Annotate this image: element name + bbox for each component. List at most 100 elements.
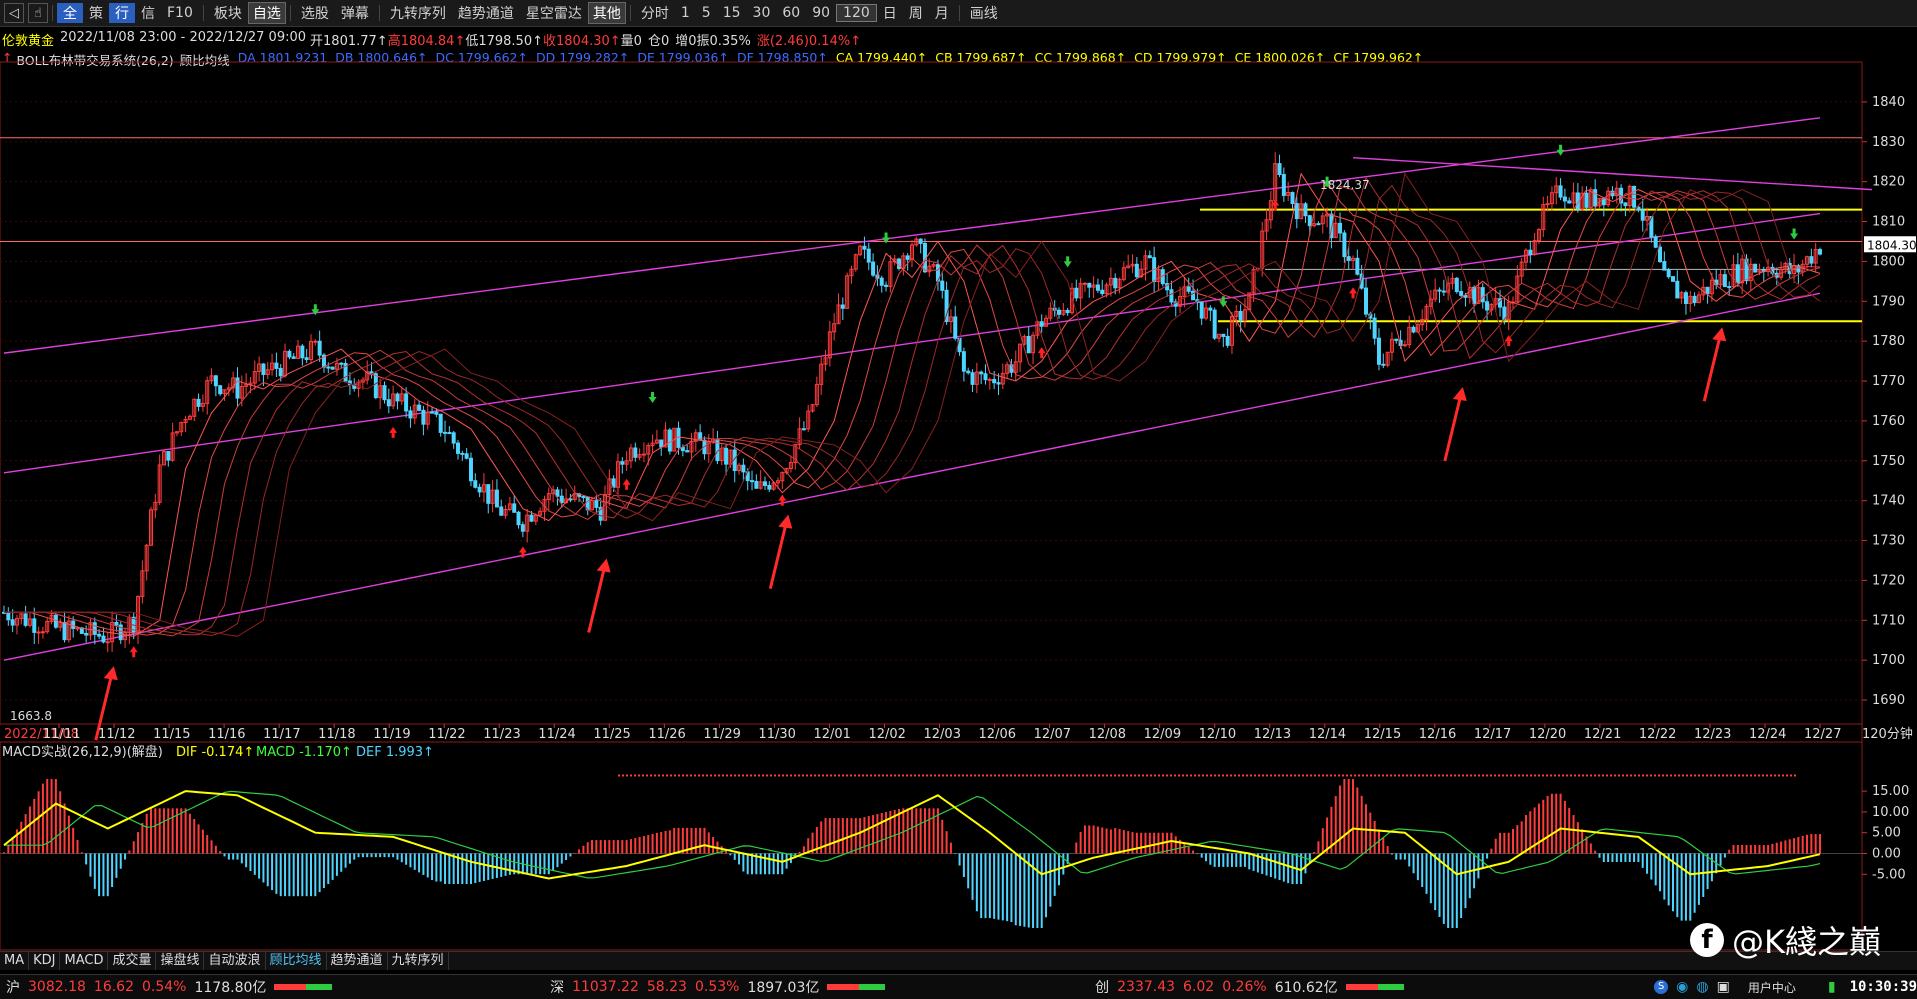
candle-body [970, 372, 975, 385]
tab-trade-line[interactable]: 操盘线 [156, 952, 205, 970]
tab-nine-turn-bottom[interactable]: 九转序列 [388, 952, 449, 970]
signal-dot [1174, 774, 1176, 777]
tab-trend-channel-bottom[interactable]: 趋势通道 [327, 952, 388, 970]
y-tick-label: 1730 [1872, 534, 1905, 549]
tab-ma[interactable]: MA [0, 952, 30, 970]
signal-dot [1282, 774, 1284, 777]
signal-dot [1494, 774, 1496, 777]
candle-body [520, 524, 525, 532]
tab-macd[interactable]: MACD [60, 952, 109, 970]
candle-body [1238, 310, 1243, 322]
candle-body [1662, 261, 1667, 271]
candle-body [1753, 263, 1758, 273]
candle-body [477, 486, 482, 493]
chat-icon[interactable]: ◍ [1696, 979, 1708, 995]
signal-dot [954, 774, 956, 777]
signal-dot [1318, 774, 1320, 777]
candle-body [1303, 203, 1308, 217]
candle-body [529, 514, 534, 522]
settings-icon[interactable]: ◉ [1676, 979, 1688, 995]
signal-dot [1290, 774, 1292, 777]
x-tick-label: 11/11 [43, 727, 80, 742]
candle-body [966, 370, 971, 374]
bell-icon[interactable]: ▣ [1717, 979, 1730, 995]
signal-dot [1530, 774, 1532, 777]
candle-body [1212, 309, 1217, 339]
candle-body [801, 428, 806, 431]
candle-body [1057, 309, 1062, 315]
candle-body [1381, 363, 1386, 366]
signal-dot [1166, 774, 1168, 777]
candle-body [620, 461, 625, 465]
candle-body [1567, 200, 1572, 204]
price-chart[interactable]: 1690 1700 1710 1720 1730 1740 1750 1760 1770 1780… [0, 0, 1917, 998]
signal-dot [938, 774, 940, 777]
signal-dot [642, 774, 644, 777]
y-tick-label: 1810 [1872, 215, 1905, 230]
signal-dot [638, 774, 640, 777]
sz-index[interactable]: 深 11037.22 58.23 0.53% 1897.03亿 [550, 977, 1095, 997]
candle-body [979, 371, 984, 375]
signal-dot [1726, 774, 1728, 777]
cy-index[interactable]: 创 2337.43 6.02 0.26% 610.62亿 [1095, 977, 1654, 997]
signal-dot [1622, 774, 1624, 777]
signal-dot [934, 774, 936, 777]
big-red-arrow-icon [768, 522, 788, 590]
s-icon[interactable]: S [1654, 980, 1669, 994]
candle-body [1528, 249, 1533, 255]
signal-dot [846, 774, 848, 777]
candle-body [92, 622, 97, 635]
sh-index[interactable]: 沪 3082.18 16.62 0.54% 1178.80亿 [6, 977, 550, 997]
signal-dot [1638, 774, 1640, 777]
candle-body [953, 316, 958, 339]
green-down-arrow-icon [1556, 144, 1565, 156]
candle-body [1376, 337, 1381, 365]
signal-dot [774, 774, 776, 777]
signal-dot [1110, 774, 1112, 777]
signal-dot [814, 774, 816, 777]
signal-dot [826, 774, 828, 777]
signal-dot [786, 774, 788, 777]
signal-dot [1294, 774, 1296, 777]
sz-price: 11037.22 [572, 979, 639, 995]
candle-body [32, 618, 37, 633]
signal-dot [802, 774, 804, 777]
tab-kdj[interactable]: KDJ [29, 952, 61, 970]
candle-body [1485, 301, 1490, 311]
candle-body [1277, 163, 1282, 176]
signal-dot [1586, 774, 1588, 777]
candle-body [750, 480, 755, 483]
signal-dot [1106, 774, 1108, 777]
candle-body [1186, 286, 1191, 292]
signal-dot [878, 774, 880, 777]
macd-tick-label: 0.00 [1872, 847, 1901, 862]
signal-dot [658, 774, 660, 777]
candle-body [408, 410, 413, 419]
macd-tick-label: 15.00 [1872, 784, 1909, 799]
indicator-tabs: MA KDJ MACD 成交量 操盘线 自动波浪 顾比均线 趋势通道 九转序列 [0, 951, 1917, 970]
signal-dot [902, 774, 904, 777]
tab-volume[interactable]: 成交量 [108, 952, 157, 970]
candle-body [468, 457, 473, 482]
y-tick-label: 1780 [1872, 334, 1905, 349]
candle-body [1342, 232, 1347, 258]
candle-body [486, 484, 491, 504]
signal-dot [986, 774, 988, 777]
candle-body [84, 632, 89, 636]
macd-title[interactable]: MACD实战(26,12,9)(解盘) [2, 744, 163, 760]
signal-dot [1630, 774, 1632, 777]
signal-dot [1102, 774, 1104, 777]
signal-dot [1226, 774, 1228, 777]
candle-body [1074, 287, 1079, 299]
macd-dif-value: DIF -0.174↑ [176, 745, 254, 760]
sh-change: 16.62 [93, 979, 134, 995]
signal-dot [1526, 774, 1528, 777]
candle-body [451, 432, 456, 444]
user-center-link[interactable]: 用户中心 [1748, 979, 1796, 996]
tab-gubi[interactable]: 顾比均线 [266, 952, 327, 970]
candle-body [1666, 269, 1671, 278]
signal-dot [974, 774, 976, 777]
signal-dot [1214, 774, 1216, 777]
tab-auto-wave[interactable]: 自动波浪 [204, 952, 266, 970]
signal-dot [1438, 774, 1440, 777]
